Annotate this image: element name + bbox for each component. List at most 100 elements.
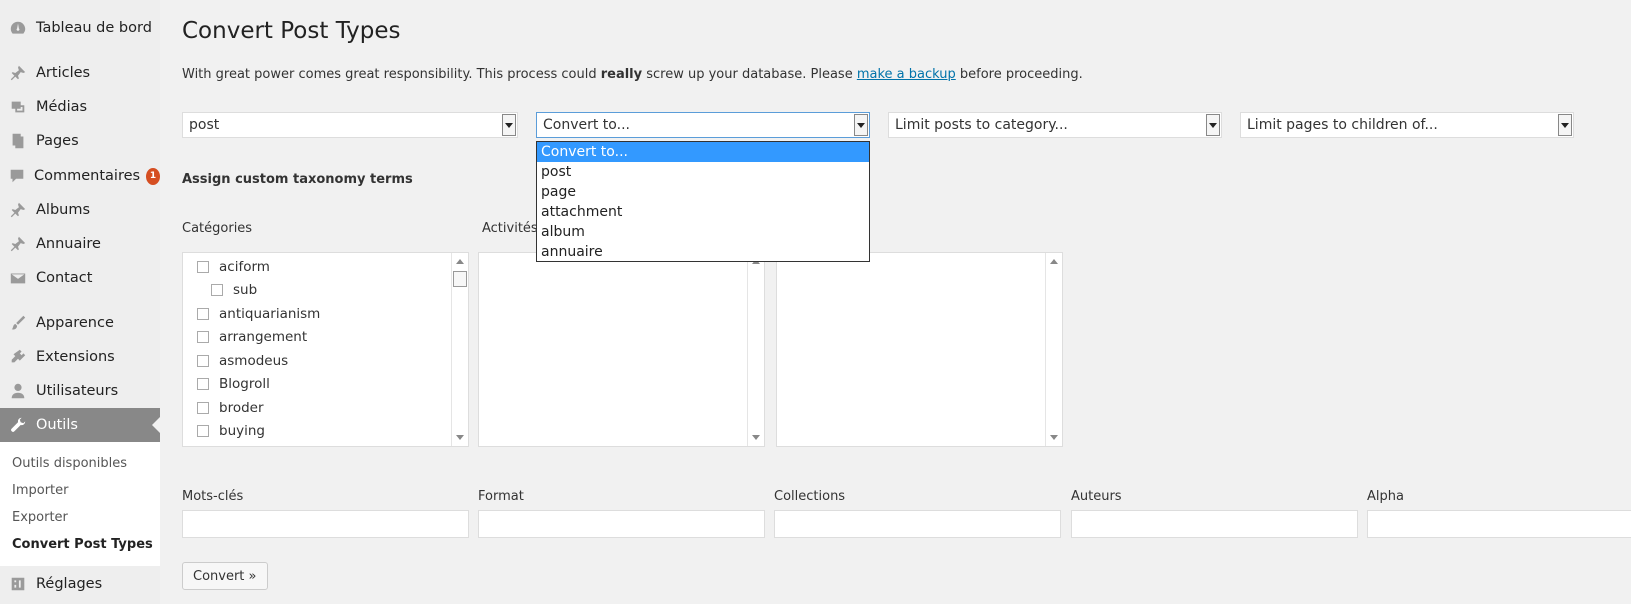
scroll-thumb[interactable] — [453, 271, 467, 287]
menu-item-outils[interactable]: Outils — [0, 408, 160, 442]
mots-cles-input[interactable] — [182, 510, 469, 538]
submenu-item-convert-post-types[interactable]: Convert Post Types — [12, 537, 153, 552]
menu-item-articles[interactable]: Articles — [0, 56, 160, 90]
category-checkbox[interactable] — [197, 261, 209, 273]
category-item: buying — [197, 423, 265, 439]
limit-parent-select[interactable]: Limit pages to children of... — [1240, 112, 1574, 138]
dropdown-option[interactable]: post — [537, 162, 869, 182]
category-checkbox[interactable] — [197, 331, 209, 343]
scrollbar[interactable] — [451, 253, 468, 446]
settings-icon — [8, 574, 28, 594]
menu-label: Albums — [36, 202, 91, 218]
categories-label: Catégories — [182, 221, 253, 236]
menu-label: Tableau de bord — [36, 20, 152, 36]
menu-item-contact[interactable]: Contact — [0, 261, 160, 295]
alpha-input[interactable] — [1367, 510, 1631, 538]
dropdown-option[interactable]: attachment — [537, 202, 869, 222]
category-item: antiquarianism — [197, 306, 320, 322]
scroll-down-icon[interactable] — [456, 435, 464, 440]
category-item: broder — [197, 400, 264, 416]
menu-item-medias[interactable]: Médias — [0, 90, 160, 124]
menu-item-utilisateurs[interactable]: Utilisateurs — [0, 374, 160, 408]
menu-item-apparence[interactable]: Apparence — [0, 306, 160, 340]
tools-submenu: Outils disponibles Importer Exporter Con… — [0, 442, 160, 566]
dropdown-option[interactable]: album — [537, 222, 869, 242]
category-checkbox[interactable] — [211, 284, 223, 296]
activites-checklist[interactable] — [478, 252, 765, 447]
taxonomy-checklist[interactable] — [776, 252, 1063, 447]
select-value: Convert to... — [543, 117, 630, 133]
category-checkbox[interactable] — [197, 308, 209, 320]
collections-input[interactable] — [774, 510, 1061, 538]
backup-link[interactable]: make a backup — [857, 67, 956, 82]
scroll-up-icon[interactable] — [1050, 259, 1058, 264]
scroll-down-icon[interactable] — [1050, 435, 1058, 440]
menu-item-reglages[interactable]: Réglages — [0, 567, 160, 601]
submenu-item-outils-disponibles[interactable]: Outils disponibles — [12, 456, 127, 471]
select-value: Limit posts to category... — [895, 117, 1068, 133]
category-item: sub — [211, 282, 257, 298]
plugin-icon — [8, 347, 28, 367]
admin-sidebar: Tableau de bord Articles Médias Pages Co… — [0, 0, 160, 604]
comment-icon — [8, 166, 26, 186]
chevron-down-icon — [1206, 114, 1220, 136]
menu-label: Apparence — [36, 315, 114, 331]
category-label: buying — [219, 423, 265, 439]
auteurs-label: Auteurs — [1071, 489, 1122, 504]
pages-icon — [8, 131, 28, 151]
menu-item-albums[interactable]: Albums — [0, 193, 160, 227]
limit-category-select[interactable]: Limit posts to category... — [888, 112, 1222, 138]
select-value: Limit pages to children of... — [1247, 117, 1438, 133]
convert-to-select[interactable]: Convert to... — [536, 112, 870, 138]
taxonomy-heading: Assign custom taxonomy terms — [182, 172, 413, 187]
menu-item-annuaire[interactable]: Annuaire — [0, 227, 160, 261]
category-label: aciform — [219, 259, 270, 275]
menu-item-pages[interactable]: Pages — [0, 124, 160, 158]
chevron-down-icon — [1558, 114, 1572, 136]
chevron-down-icon — [502, 114, 516, 136]
format-input[interactable] — [478, 510, 765, 538]
collections-label: Collections — [774, 489, 846, 504]
dropdown-option[interactable]: annuaire — [537, 242, 869, 262]
convert-to-dropdown: Convert to... post page attachment album… — [536, 141, 870, 262]
scroll-up-icon[interactable] — [456, 259, 464, 264]
menu-label: Utilisateurs — [36, 383, 119, 399]
category-label: broder — [219, 400, 264, 416]
category-checkbox[interactable] — [197, 378, 209, 390]
menu-label: Contact — [36, 270, 93, 286]
scrollbar[interactable] — [1045, 253, 1062, 446]
activites-label: Activités — [482, 221, 538, 236]
mots-cles-label: Mots-clés — [182, 489, 244, 504]
intro-part: before proceeding. — [955, 67, 1083, 82]
dropdown-option[interactable]: Convert to... — [537, 142, 869, 162]
submenu-item-exporter[interactable]: Exporter — [12, 510, 68, 525]
category-item: aciform — [197, 259, 270, 275]
category-checkbox[interactable] — [197, 355, 209, 367]
scrollbar[interactable] — [747, 253, 764, 446]
category-label: antiquarianism — [219, 306, 321, 322]
menu-item-extensions[interactable]: Extensions — [0, 340, 160, 374]
menu-label: Outils — [36, 417, 78, 433]
category-checkbox[interactable] — [197, 402, 209, 414]
post-type-from-select[interactable]: post — [182, 112, 518, 138]
menu-item-comments[interactable]: Commentaires 1 — [0, 159, 160, 193]
convert-button[interactable]: Convert » — [182, 562, 268, 590]
media-icon — [8, 97, 28, 117]
submenu-item-importer[interactable]: Importer — [12, 483, 69, 498]
dropdown-option[interactable]: page — [537, 182, 869, 202]
pin-icon — [8, 200, 28, 220]
category-label: sub — [233, 282, 258, 298]
scroll-down-icon[interactable] — [752, 435, 760, 440]
category-checkbox[interactable] — [197, 425, 209, 437]
auteurs-input[interactable] — [1071, 510, 1358, 538]
categories-checklist[interactable]: aciform sub antiquarianism arrangement a… — [182, 252, 469, 447]
brush-icon — [8, 313, 28, 333]
wrench-icon — [8, 415, 28, 435]
intro-part: With great power comes great responsibil… — [182, 67, 601, 82]
menu-label: Extensions — [36, 349, 115, 365]
dashboard-icon — [8, 18, 28, 38]
category-label: Blogroll — [219, 376, 270, 392]
page-title: Convert Post Types — [182, 18, 401, 44]
menu-item-dashboard[interactable]: Tableau de bord — [0, 11, 160, 45]
menu-label: Commentaires — [34, 168, 141, 184]
